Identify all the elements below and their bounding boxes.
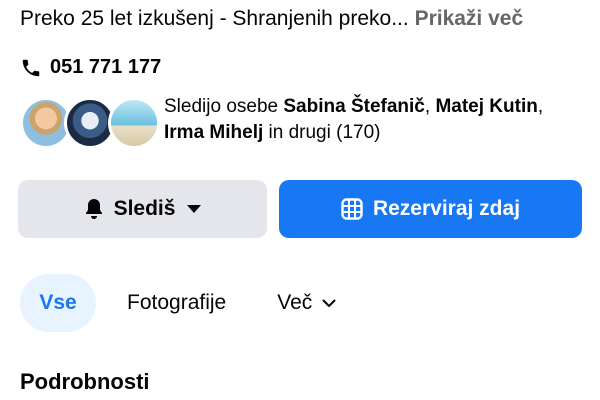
avatar[interactable] <box>108 97 160 149</box>
following-label: Slediš <box>113 197 176 220</box>
follower-name-link[interactable]: Irma Mihelj <box>164 122 263 143</box>
show-more-link[interactable]: Prikaži več <box>415 7 524 30</box>
following-button[interactable]: Slediš <box>18 180 267 238</box>
phone-number: 051 771 177 <box>50 56 162 78</box>
section-title: Podrobnosti <box>20 369 150 394</box>
page-tabs: Vse Fotografije Več <box>20 274 336 332</box>
separator: , <box>424 96 436 117</box>
calendar-grid-icon <box>341 198 363 220</box>
followers-text: Sledijo osebe Sabina Štefanič, Matej Kut… <box>164 94 564 146</box>
followers-suffix[interactable]: in drugi (170) <box>263 122 381 143</box>
tab-more-label: Več <box>277 291 313 314</box>
intro-text: Preko 25 let izkušenj - Shranjenih preko… <box>20 7 409 30</box>
tab-more[interactable]: Več <box>277 274 336 332</box>
chevron-down-icon <box>322 299 336 308</box>
book-now-button[interactable]: Rezerviraj zdaj <box>279 180 582 238</box>
separator: , <box>537 96 544 117</box>
tab-all[interactable]: Vse <box>20 274 96 332</box>
bell-icon <box>84 198 104 220</box>
followers-summary[interactable]: Sledijo osebe Sabina Štefanič, Matej Kut… <box>20 94 564 150</box>
follower-avatars[interactable] <box>20 94 160 150</box>
followers-prefix: Sledijo osebe <box>164 96 284 117</box>
phone-icon <box>20 57 42 79</box>
page-intro: Preko 25 let izkušenj - Shranjenih preko… <box>20 5 523 33</box>
phone-row[interactable]: 051 771 177 <box>20 56 161 79</box>
book-now-label: Rezerviraj zdaj <box>372 197 521 220</box>
follower-name-link[interactable]: Matej Kutin <box>435 96 537 117</box>
tab-photos[interactable]: Fotografije <box>127 274 226 332</box>
caret-down-icon <box>187 205 202 213</box>
follower-name-link[interactable]: Sabina Štefanič <box>283 96 425 117</box>
